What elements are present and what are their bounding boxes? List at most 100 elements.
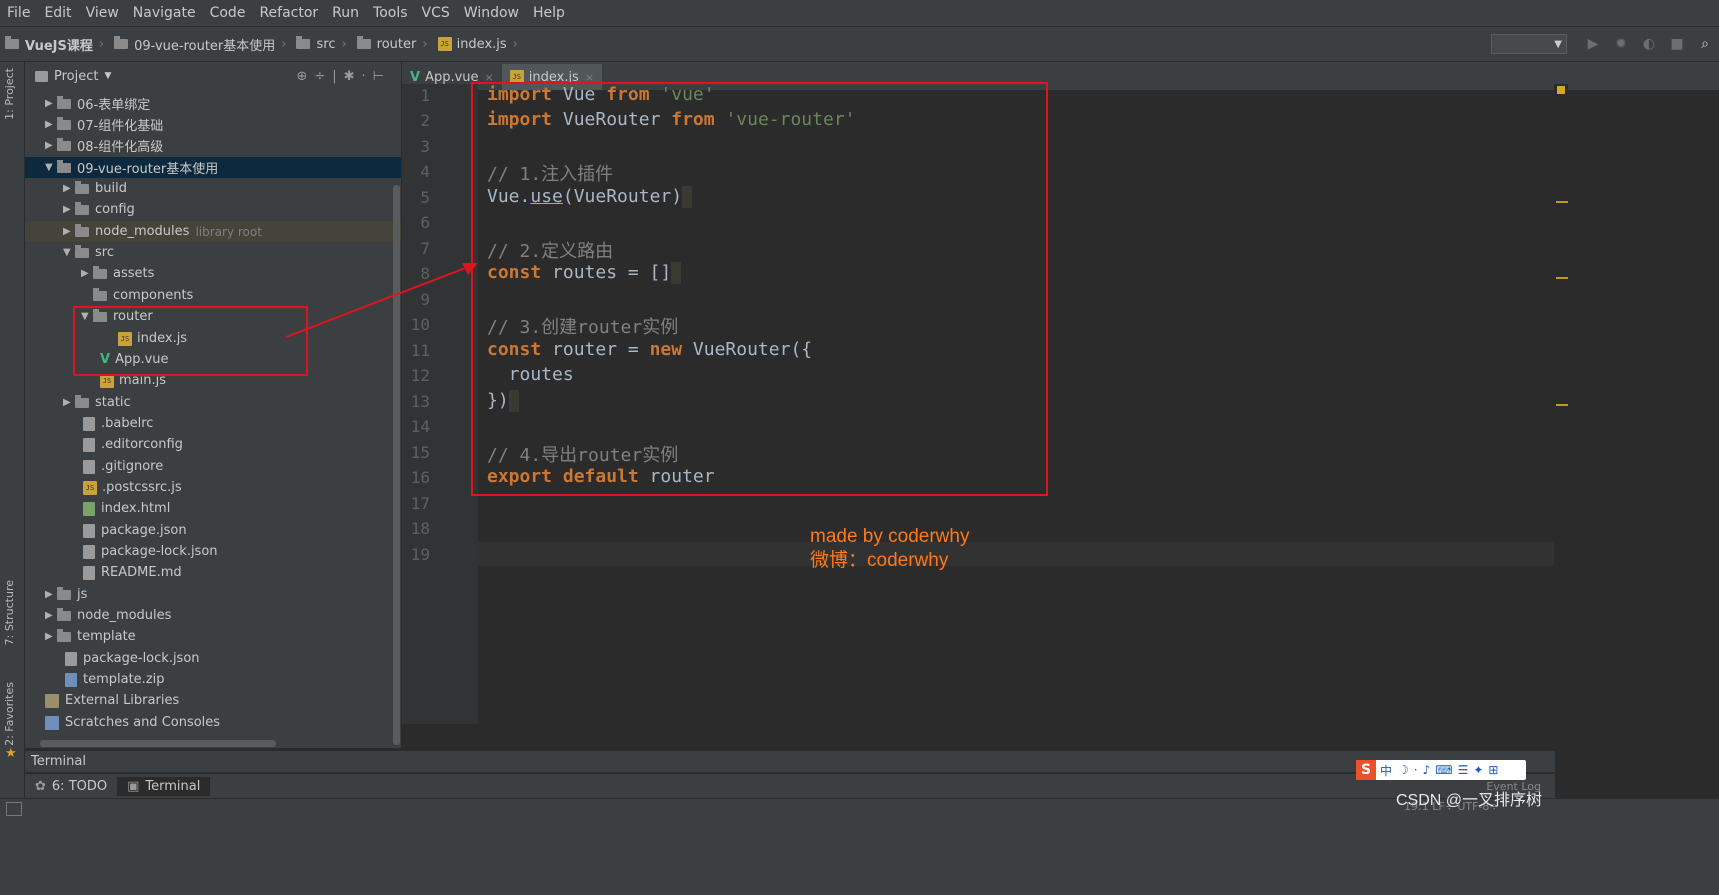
tree-item[interactable]: ▶ js	[45, 584, 87, 605]
expand-arrow-icon[interactable]: ▶	[45, 140, 57, 151]
tree-item[interactable]: README.md	[83, 562, 182, 583]
menu-file[interactable]: File	[0, 5, 37, 21]
expand-arrow-icon[interactable]: ▶	[45, 119, 57, 130]
folder-icon	[75, 244, 89, 258]
folder-icon	[57, 628, 71, 642]
stripe-marker[interactable]	[1556, 404, 1568, 406]
tree-item[interactable]: ▶ template	[45, 626, 136, 647]
tree-item[interactable]: JS .postcssrc.js	[83, 477, 182, 498]
tree-item-selected[interactable]: ▼ 09-vue-router基本使用	[25, 157, 401, 178]
menu-refactor[interactable]: Refactor	[252, 5, 325, 21]
debug-icon[interactable]: ✹	[1612, 35, 1630, 53]
tree-item-label: build	[95, 181, 127, 196]
tree-item[interactable]: package-lock.json	[83, 541, 218, 562]
folder-icon	[75, 180, 89, 194]
tab-todo[interactable]: ✿ 6: TODO	[25, 777, 117, 796]
tree-item[interactable]: ▶ build	[63, 178, 127, 199]
menu-view[interactable]: View	[79, 5, 126, 21]
project-view-icon	[35, 70, 48, 82]
tree-item[interactable]: package-lock.json	[65, 648, 200, 669]
breadcrumb-file[interactable]: JS index.js ›	[433, 37, 523, 52]
run-icon[interactable]: ▶	[1584, 35, 1602, 53]
tree-item[interactable]: template.zip	[65, 669, 165, 690]
expand-arrow-icon[interactable]: ▶	[63, 183, 75, 194]
expand-arrow-icon[interactable]: ▶	[45, 98, 57, 109]
tree-item[interactable]: ▶ 08-组件化高级	[45, 135, 163, 156]
json-file-icon	[83, 523, 95, 538]
structure-tool-tab[interactable]: 7: Structure	[3, 580, 16, 645]
expand-arrow-icon[interactable]: ▶	[63, 397, 75, 408]
favorites-tool-tab[interactable]: 2: Favorites	[3, 682, 16, 746]
breadcrumb-label: VueJS课程	[25, 38, 93, 54]
tree-item[interactable]: Scratches and Consoles	[45, 712, 220, 733]
expand-arrow-icon[interactable]: ▶	[45, 589, 57, 600]
stop-icon[interactable]: ■	[1668, 35, 1686, 53]
tree-item[interactable]: ▶ 06-表单绑定	[45, 93, 150, 114]
ime-mode[interactable]: 中	[1380, 762, 1392, 779]
line-number: 17	[410, 494, 430, 513]
menu-help[interactable]: Help	[526, 5, 572, 21]
expand-arrow-icon[interactable]: ▶	[63, 204, 75, 215]
watermark-line: made by coderwhy	[810, 526, 970, 547]
project-view-selector[interactable]: Project	[54, 69, 98, 84]
expand-arrow-icon[interactable]: ▶	[45, 631, 57, 642]
folder-icon	[114, 36, 129, 49]
panel-actions[interactable]: ⊕÷|✱·⊢	[296, 69, 391, 84]
chevron-down-icon[interactable]: ▼	[104, 71, 111, 81]
menu-vcs[interactable]: VCS	[415, 5, 457, 21]
stripe-marker[interactable]	[1556, 201, 1568, 203]
menu-navigate[interactable]: Navigate	[126, 5, 203, 21]
tree-item[interactable]: index.html	[83, 498, 170, 519]
chevron-right-icon: ›	[281, 36, 287, 52]
config-file-icon	[83, 437, 95, 452]
breadcrumb-router[interactable]: router ›	[352, 36, 433, 52]
library-icon	[45, 693, 59, 708]
tree-item[interactable]: .gitignore	[83, 456, 163, 477]
tree-item[interactable]: ▶ static	[63, 392, 131, 413]
coverage-icon[interactable]: ◐	[1640, 35, 1658, 53]
menu-window[interactable]: Window	[457, 5, 526, 21]
run-config-dropdown[interactable]: ▼	[1491, 34, 1567, 54]
expand-arrow-icon[interactable]: ▶	[81, 268, 93, 279]
ime-toolbar[interactable]: S 中 ☽·♪⌨☰✦⊞	[1356, 760, 1526, 780]
tree-item[interactable]: ▶ node_modules library root	[25, 221, 401, 242]
menu-tools[interactable]: Tools	[366, 5, 415, 21]
tree-item[interactable]: ▼ src	[63, 242, 114, 263]
menu-code[interactable]: Code	[203, 5, 253, 21]
folder-icon	[57, 137, 71, 151]
menu-edit[interactable]: Edit	[37, 5, 78, 21]
expand-arrow-icon[interactable]: ▶	[63, 226, 75, 237]
warning-icon[interactable]	[1557, 86, 1565, 94]
ime-tool-icons[interactable]: ☽·♪⌨☰✦⊞	[1398, 763, 1503, 777]
tree-item[interactable]: package.json	[83, 520, 187, 541]
stripe-marker[interactable]	[1556, 277, 1568, 279]
tree-item[interactable]: .babelrc	[83, 413, 153, 434]
folder-icon	[57, 607, 71, 621]
menu-run[interactable]: Run	[325, 5, 366, 21]
tree-item[interactable]: ▶ assets	[81, 263, 154, 284]
folder-icon	[57, 159, 71, 173]
project-tree: ▶ 06-表单绑定 ▶ 07-组件化基础 ▶ 08-组件化高级 ▼ 09-vue-rou…	[25, 90, 401, 748]
tree-item[interactable]: .editorconfig	[83, 434, 183, 455]
breadcrumb-module[interactable]: 09-vue-router基本使用 ›	[109, 35, 291, 54]
line-number: 12	[410, 366, 430, 385]
tree-item[interactable]: ▶ config	[63, 199, 135, 220]
search-icon[interactable]: ⌕	[1696, 35, 1714, 53]
tree-item[interactable]: components	[93, 285, 193, 306]
library-root-note: library root	[195, 224, 262, 239]
tree-item[interactable]: ▶ node_modules	[45, 605, 171, 626]
expand-arrow-icon[interactable]: ▶	[45, 610, 57, 621]
terminal-title[interactable]: Terminal	[31, 754, 86, 769]
collapse-arrow-icon[interactable]: ▼	[45, 162, 57, 173]
highlight-box-code	[471, 82, 1048, 496]
project-horizontal-scrollbar[interactable]	[40, 740, 276, 747]
toggle-tool-windows-icon[interactable]	[6, 802, 22, 816]
collapse-arrow-icon[interactable]: ▼	[63, 247, 75, 258]
breadcrumb-src[interactable]: src ›	[291, 36, 351, 52]
tree-item[interactable]: ▶ 07-组件化基础	[45, 114, 163, 135]
tree-item[interactable]: External Libraries	[45, 690, 179, 711]
tree-item-label: package-lock.json	[101, 544, 218, 559]
project-tool-tab[interactable]: 1: Project	[3, 68, 16, 120]
breadcrumb-project[interactable]: VueJS课程 ›	[0, 35, 109, 54]
tab-terminal[interactable]: ▣ Terminal	[117, 777, 211, 796]
